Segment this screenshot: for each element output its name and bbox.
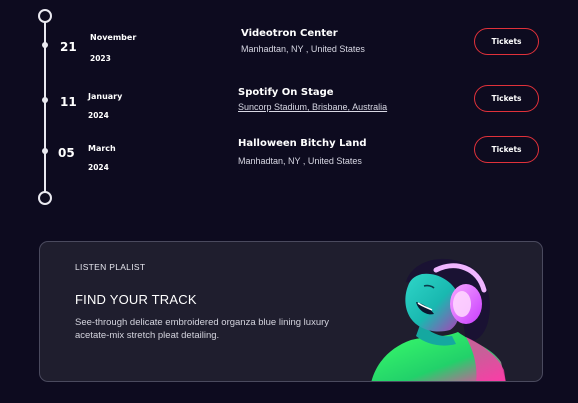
event-day: 21 [60,40,77,54]
timeline-dot [42,148,48,154]
playlist-description: See-through delicate embroidered organza… [75,317,330,341]
event-year: 2024 [88,111,109,120]
timeline-dot [42,42,48,48]
tickets-button[interactable]: Tickets [474,28,539,55]
woman-with-headphones-photo [371,258,506,381]
event-month: March [88,144,116,153]
timeline-end-marker [38,191,52,205]
event-month: November [90,33,137,42]
event-day: 05 [58,146,75,160]
playlist-card: LISTEN PLALIST FIND YOUR TRACK See-throu… [39,241,543,382]
event-venue: Videotron Center [241,28,338,39]
events-timeline: 21 November 2023 Videotron Center Manhad… [0,0,578,215]
event-month: January [88,92,123,101]
event-year: 2023 [90,54,111,63]
event-venue: Spotify On Stage [238,87,334,98]
tickets-button[interactable]: Tickets [474,85,539,112]
event-day: 11 [60,95,77,109]
timeline-dot [42,97,48,103]
event-location-link[interactable]: Suncorp Stadium, Brisbane, Australia [238,102,387,112]
tickets-button[interactable]: Tickets [474,136,539,163]
event-year: 2024 [88,163,109,172]
event-location: Manhadtan, NY , United States [238,156,362,166]
event-venue: Halloween Bitchy Land [238,138,367,149]
timeline-start-marker [38,9,52,23]
playlist-title: FIND YOUR TRACK [75,292,197,307]
event-location: Manhadtan, NY , United States [241,44,365,54]
playlist-eyebrow: LISTEN PLALIST [75,262,146,272]
